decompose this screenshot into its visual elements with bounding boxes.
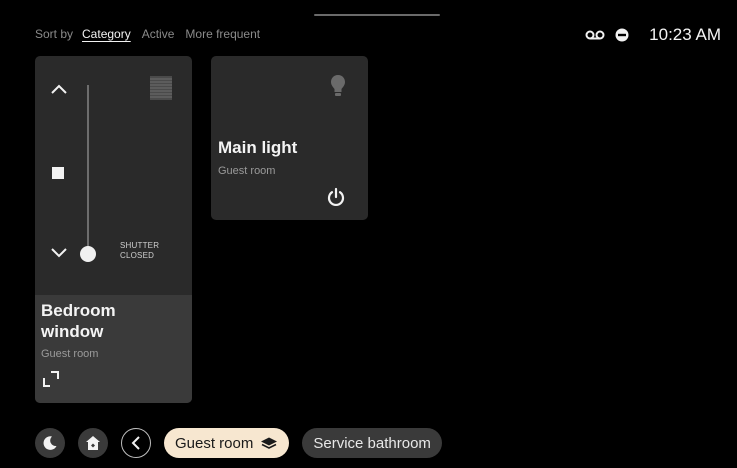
shutter-slider-track[interactable] [87, 85, 89, 255]
drag-handle[interactable] [314, 14, 440, 16]
chevron-up-icon[interactable] [50, 83, 68, 95]
light-card-main-light[interactable]: Main light Guest room [211, 56, 368, 220]
voicemail-icon [585, 30, 605, 40]
shutter-closed-icon [150, 76, 172, 100]
moon-icon [43, 436, 57, 450]
shutter-status-line1: SHUTTER [120, 241, 160, 250]
shutter-card-bedroom-window: SHUTTER CLOSED Bedroom window Guest room [35, 56, 192, 403]
chevron-left-icon [131, 436, 140, 450]
layers-icon [261, 437, 278, 449]
sort-option-more-frequent[interactable]: More frequent [185, 27, 260, 41]
room-chip-label: Service bathroom [313, 434, 431, 452]
device-name-line2: window [41, 322, 104, 341]
chevron-down-icon[interactable] [50, 247, 68, 259]
night-mode-button[interactable] [35, 428, 65, 458]
bottom-bar: Guest room Service bathroom [35, 428, 455, 458]
clock: 10:23 AM [649, 25, 721, 44]
power-icon[interactable] [326, 187, 346, 207]
room-chip-service-bathroom[interactable]: Service bathroom [302, 428, 442, 458]
shutter-status-line2: CLOSED [120, 251, 155, 260]
sort-option-active[interactable]: Active [142, 27, 175, 41]
stop-icon[interactable] [52, 167, 64, 179]
home-button[interactable] [78, 428, 108, 458]
shutter-card-footer[interactable]: Bedroom window Guest room [35, 295, 192, 403]
home-icon [86, 436, 100, 450]
room-chip-label: Guest room [175, 434, 254, 452]
shutter-status-text: SHUTTER CLOSED [120, 241, 159, 261]
device-name-line1: Bedroom [41, 301, 116, 320]
device-room: Guest room [218, 165, 276, 177]
device-room: Guest room [41, 348, 99, 360]
device-name: Bedroom window [41, 300, 116, 342]
device-name: Main light [218, 138, 298, 157]
do-not-disturb-icon [615, 28, 629, 42]
sort-bar: Sort by Category Active More frequent [35, 27, 271, 41]
room-chip-guest-room[interactable]: Guest room [164, 428, 290, 458]
shutter-slider-thumb[interactable] [80, 246, 96, 262]
expand-icon[interactable] [43, 371, 59, 387]
sort-option-category[interactable]: Category [82, 27, 131, 41]
status-bar: 10:23 AM [585, 25, 721, 45]
back-button[interactable] [121, 428, 151, 458]
lightbulb-icon [331, 75, 345, 96]
sort-by-label: Sort by [35, 27, 74, 41]
